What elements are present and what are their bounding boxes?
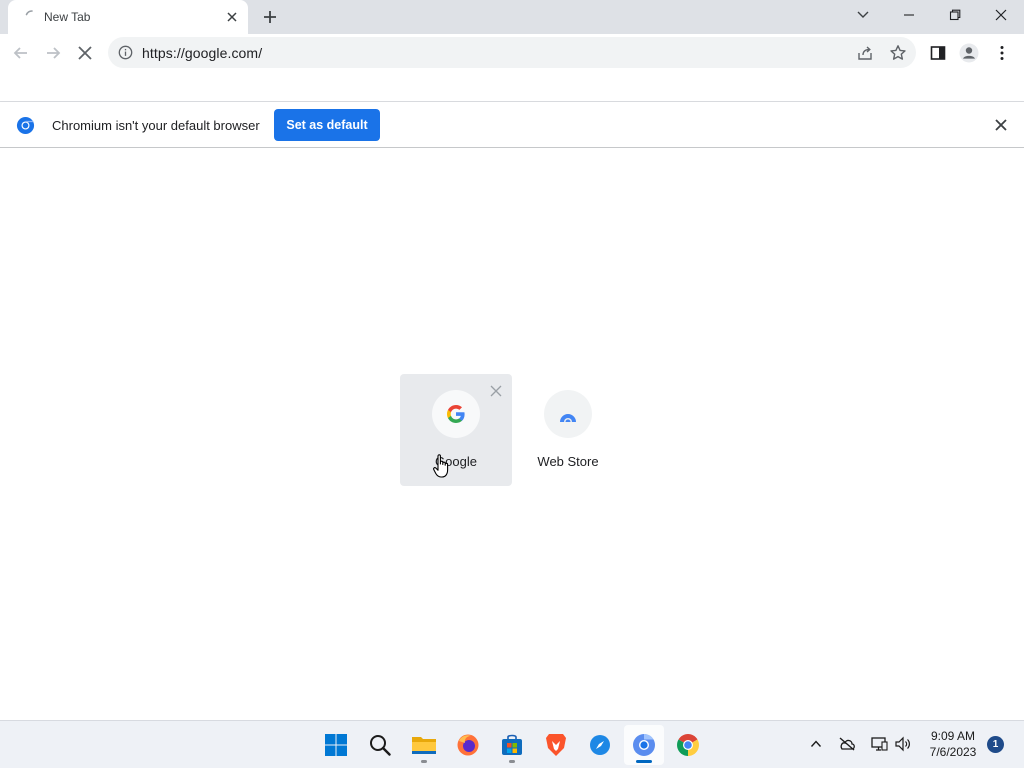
onedrive-offline-icon[interactable]	[838, 735, 856, 753]
set-as-default-button[interactable]: Set as default	[274, 109, 380, 141]
taskbar-chromium[interactable]	[624, 725, 664, 765]
bookmark-star-icon[interactable]	[889, 44, 907, 62]
minimize-icon[interactable]	[886, 0, 932, 30]
shortcut-icon-container	[544, 390, 592, 438]
chromium-logo-icon	[16, 116, 35, 135]
windows-logo-icon	[325, 734, 347, 756]
hand-cursor-icon	[433, 454, 449, 478]
clock-date: 7/6/2023	[929, 745, 977, 759]
toolbar-spacer	[0, 71, 1024, 102]
running-indicator	[636, 760, 652, 763]
shortcut-tile-web-store[interactable]: Web Store	[512, 374, 624, 486]
site-info-icon[interactable]	[118, 45, 133, 60]
taskbar-chrome[interactable]	[668, 725, 708, 765]
taskbar-file-explorer[interactable]	[404, 725, 444, 765]
volume-icon[interactable]	[894, 735, 912, 753]
start-button[interactable]	[316, 725, 356, 765]
taskbar-safari[interactable]	[580, 725, 620, 765]
restore-icon[interactable]	[932, 0, 978, 30]
clock-time: 9:09 AM	[930, 729, 976, 743]
infobar-message: Chromium isn't your default browser	[52, 118, 260, 133]
file-explorer-icon	[412, 737, 436, 754]
running-indicator	[509, 760, 515, 763]
taskbar-firefox[interactable]	[448, 725, 488, 765]
profile-avatar-icon[interactable]	[958, 42, 980, 64]
shortcut-tile-google[interactable]: Google	[400, 374, 512, 486]
tab-close-icon[interactable]	[224, 9, 240, 25]
notification-count-badge[interactable]: 1	[987, 736, 1004, 753]
windows-taskbar: 9:09 AM 7/6/2023 1	[0, 720, 1024, 768]
google-g-icon	[447, 405, 465, 423]
default-browser-infobar: Chromium isn't your default browser Set …	[0, 102, 1024, 148]
taskbar-search-button[interactable]	[360, 725, 400, 765]
infobar-close-icon[interactable]	[994, 118, 1008, 132]
shortcut-label: Google	[435, 454, 477, 469]
side-panel-icon[interactable]	[927, 42, 949, 64]
stop-loading-icon[interactable]	[74, 42, 96, 64]
tab-title: New Tab	[44, 10, 91, 24]
menu-kebab-icon[interactable]	[991, 42, 1013, 64]
close-window-icon[interactable]	[978, 0, 1024, 30]
forward-arrow-icon[interactable]	[42, 42, 64, 64]
address-bar[interactable]: https://google.com/	[108, 37, 916, 68]
taskbar-brave[interactable]	[536, 725, 576, 765]
chromium-icon	[633, 734, 655, 756]
share-icon[interactable]	[856, 44, 874, 62]
new-tab-page: Google Web Store	[0, 148, 1024, 720]
taskbar-microsoft-store[interactable]	[492, 725, 532, 765]
address-bar-url[interactable]: https://google.com/	[142, 45, 262, 61]
back-arrow-icon[interactable]	[10, 42, 32, 64]
search-icon	[370, 735, 391, 756]
web-store-icon	[559, 408, 577, 422]
new-tab-plus-icon[interactable]	[260, 7, 280, 27]
loading-spinner-icon	[25, 10, 33, 16]
firefox-icon	[457, 734, 479, 756]
microsoft-store-icon	[502, 734, 522, 755]
network-icon[interactable]	[870, 735, 888, 753]
show-hidden-icons-chevron-icon[interactable]	[807, 735, 825, 753]
tab-new-tab[interactable]: New Tab	[8, 0, 248, 34]
shortcut-icon-container	[432, 390, 480, 438]
compass-icon	[590, 735, 610, 755]
remove-shortcut-close-icon[interactable]	[490, 385, 502, 397]
shortcut-label: Web Store	[537, 454, 599, 469]
tab-strip: New Tab	[0, 0, 1024, 34]
brave-lion-icon	[546, 734, 566, 756]
taskbar-clock[interactable]: 9:09 AM 7/6/2023	[920, 728, 986, 760]
running-indicator	[421, 760, 427, 763]
tab-search-chevron-icon[interactable]	[840, 0, 886, 30]
browser-toolbar: https://google.com/	[0, 34, 1024, 71]
chrome-icon	[677, 734, 699, 756]
